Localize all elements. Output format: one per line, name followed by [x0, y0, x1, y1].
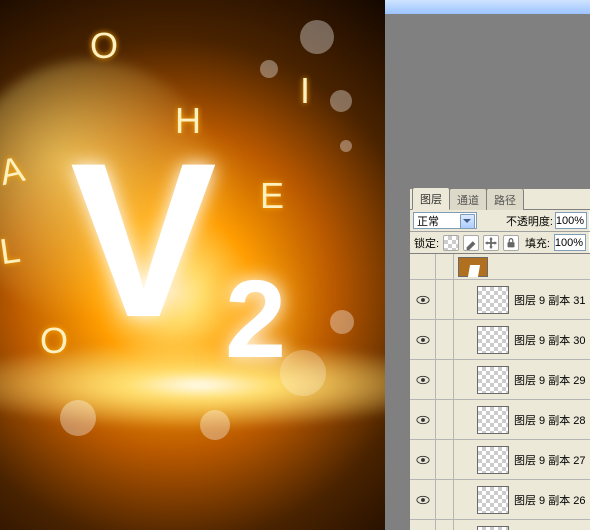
layer-visibility-toggle[interactable] [410, 320, 436, 359]
layer-indent [454, 400, 472, 439]
document-canvas[interactable]: O H I A E L O V 2 [0, 0, 385, 530]
eye-icon [416, 415, 430, 425]
layer-visibility-toggle[interactable] [410, 360, 436, 399]
layer-list: 图层 9 副本 31 图层 9 副本 30 [410, 254, 590, 530]
layer-row[interactable]: 图层 9 副本 30 [410, 320, 590, 360]
link-column [436, 480, 454, 519]
number-2: 2 [225, 265, 286, 375]
eye-icon [416, 375, 430, 385]
lock-label: 锁定: [414, 235, 439, 251]
fill-label: 填充: [525, 235, 550, 251]
layer-row[interactable]: 图层 9 副本 29 [410, 360, 590, 400]
tab-channels[interactable]: 通道 [449, 188, 487, 210]
layer-thumbnail[interactable] [477, 446, 509, 474]
layer-thumbnail[interactable] [477, 326, 509, 354]
tab-layers[interactable]: 图层 [412, 187, 450, 210]
lock-fill-row: 锁定: 填充: 100% [410, 232, 590, 254]
blend-mode-select[interactable]: 正常 [413, 212, 477, 229]
layer-name[interactable]: 图层 9 副本 30 [514, 332, 586, 348]
layer-name[interactable]: 图层 9 副本 28 [514, 412, 586, 428]
layer-name[interactable]: 图层 9 副本 31 [514, 292, 586, 308]
letter-i: I [300, 70, 310, 112]
letter-a: A [0, 148, 28, 194]
layer-thumbnail[interactable] [477, 486, 509, 514]
layers-panel: 图层 通道 路径 正常 不透明度: 100% 锁定: [409, 188, 590, 530]
layer-row[interactable]: 图层 9 副本 27 [410, 440, 590, 480]
blend-mode-value: 正常 [417, 213, 439, 229]
letter-o2: O [40, 320, 68, 362]
eye-icon [416, 295, 430, 305]
window-chrome-strip [385, 0, 590, 14]
link-column [436, 440, 454, 479]
layer-thumbnail[interactable] [477, 526, 509, 530]
opacity-label: 不透明度: [506, 213, 553, 229]
layer-visibility-toggle[interactable] [410, 480, 436, 519]
artwork-main-text: V 2 [70, 130, 207, 350]
layer-row[interactable]: 图层 9 副本 26 [410, 480, 590, 520]
layer-thumbnail[interactable] [458, 257, 488, 277]
workspace-grey: 图层 通道 路径 正常 不透明度: 100% 锁定: [385, 0, 590, 530]
eye-icon [416, 495, 430, 505]
link-column [436, 520, 454, 530]
layer-visibility-toggle[interactable] [410, 440, 436, 479]
layer-name[interactable]: 图层 9 副本 26 [514, 492, 586, 508]
layer-indent [454, 480, 472, 519]
layer-indent [454, 440, 472, 479]
link-column [436, 254, 454, 279]
letter-o: O [90, 25, 118, 67]
lock-position-button[interactable] [483, 235, 499, 251]
link-column [436, 360, 454, 399]
layer-name[interactable]: 图层 9 副本 27 [514, 452, 586, 468]
eye-icon [416, 455, 430, 465]
layer-thumbnail[interactable] [477, 406, 509, 434]
opacity-value: 100% [556, 215, 584, 227]
layer-visibility-toggle[interactable] [410, 520, 436, 530]
layer-row[interactable]: 图层 9 副本 31 [410, 280, 590, 320]
layer-row[interactable] [410, 254, 590, 280]
layer-thumbnail[interactable] [477, 366, 509, 394]
link-column [436, 400, 454, 439]
tab-paths[interactable]: 路径 [486, 188, 524, 210]
fill-input[interactable]: 100% [554, 234, 586, 251]
blend-opacity-row: 正常 不透明度: 100% [410, 210, 590, 232]
app-root: O H I A E L O V 2 图层 通道 路径 正常 不透明 [0, 0, 590, 530]
link-column [436, 320, 454, 359]
layer-name[interactable]: 图层 9 副本 29 [514, 372, 586, 388]
panel-tabs: 图层 通道 路径 [410, 189, 590, 210]
letter-v: V [70, 117, 207, 363]
opacity-input[interactable]: 100% [555, 212, 587, 229]
layer-row[interactable]: 图层 9 副本 28 [410, 400, 590, 440]
layer-row[interactable]: 图层 9 副本 25 [410, 520, 590, 530]
lock-transparency-button[interactable] [443, 235, 459, 251]
eye-icon [416, 335, 430, 345]
layer-indent [454, 320, 472, 359]
layer-indent [454, 360, 472, 399]
layer-visibility-toggle[interactable] [410, 400, 436, 439]
letter-l: L [0, 229, 23, 273]
lock-all-button[interactable] [503, 235, 519, 251]
layer-thumbnail[interactable] [477, 286, 509, 314]
layer-indent [454, 280, 472, 319]
layer-visibility-toggle[interactable] [410, 280, 436, 319]
layer-indent [454, 520, 472, 530]
letter-e: E [260, 175, 284, 217]
lock-pixels-button[interactable] [463, 235, 479, 251]
visibility-spacer [410, 254, 436, 279]
fill-value: 100% [555, 237, 583, 249]
link-column [436, 280, 454, 319]
